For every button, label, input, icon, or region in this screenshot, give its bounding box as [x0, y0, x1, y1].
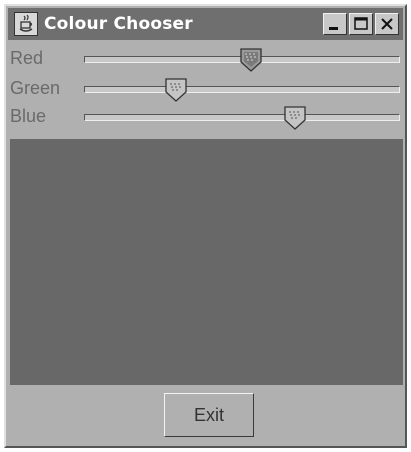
minimize-icon [329, 27, 338, 30]
green-slider-track[interactable] [84, 78, 400, 102]
colour-chooser-window: Colour Chooser Red Green Blue Exit [4, 4, 407, 448]
maximize-icon [354, 17, 368, 30]
blue-slider-label: Blue [10, 106, 47, 126]
exit-button[interactable]: Exit [164, 393, 254, 437]
red-slider-label: Red [10, 48, 44, 68]
green-slider-label: Green [10, 78, 61, 98]
red-slider-track[interactable] [84, 48, 400, 72]
blue-slider-thumb[interactable] [282, 105, 308, 131]
window-controls [323, 13, 399, 35]
minimize-button[interactable] [323, 13, 347, 35]
java-app-icon[interactable] [14, 12, 38, 36]
green-slider-thumb[interactable] [163, 77, 189, 103]
title-bar[interactable]: Colour Chooser [8, 8, 403, 40]
colour-preview-panel [10, 139, 403, 385]
red-slider-row: Red [10, 46, 403, 72]
window-title: Colour Chooser [44, 14, 193, 34]
close-button[interactable] [375, 13, 399, 35]
blue-slider-row: Blue [10, 104, 403, 130]
blue-slider-track[interactable] [84, 106, 400, 130]
close-icon [381, 18, 393, 30]
green-slider-row: Green [10, 76, 403, 102]
maximize-button[interactable] [349, 13, 373, 35]
red-slider-thumb[interactable] [238, 47, 264, 73]
